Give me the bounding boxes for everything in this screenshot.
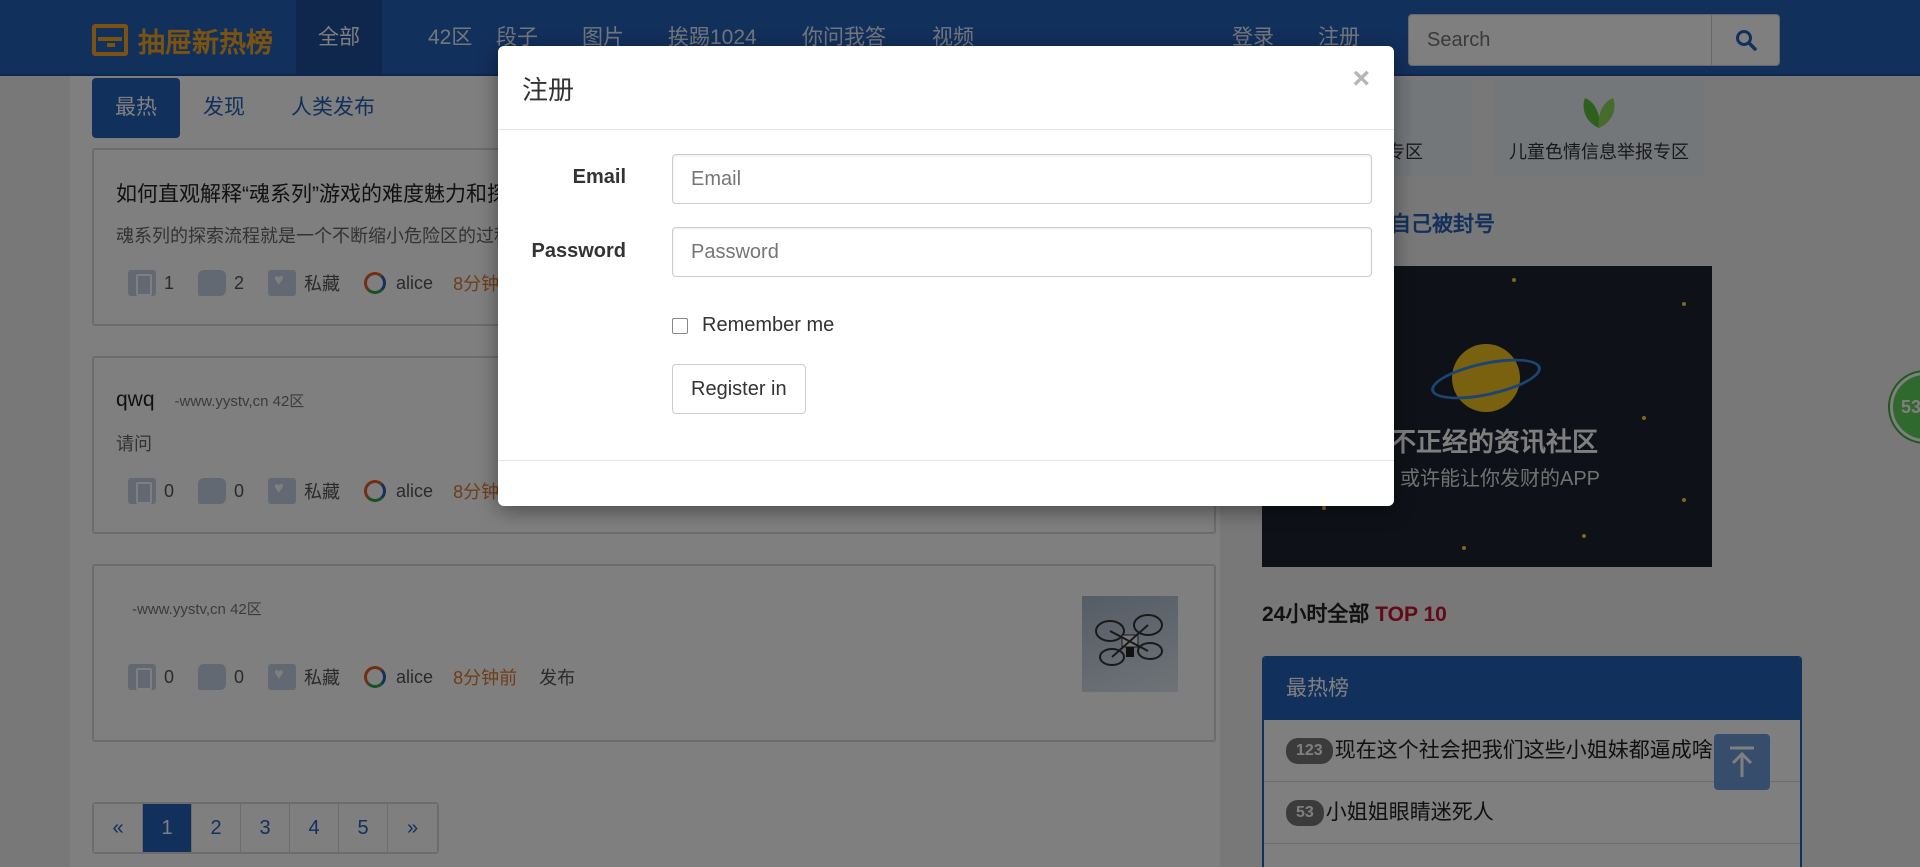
close-button[interactable]: × [1352, 62, 1370, 96]
remember-me-label: Remember me [702, 314, 835, 336]
email-label: Email [572, 166, 626, 188]
modal-header: 注册 × [498, 46, 1394, 130]
password-field[interactable] [672, 227, 1372, 277]
password-label: Password [531, 240, 626, 262]
email-field[interactable] [672, 154, 1372, 204]
remember-me-checkbox[interactable] [672, 317, 688, 334]
register-button[interactable]: Register in [672, 364, 806, 414]
register-modal: 注册 × Email Password Remember me Register… [498, 46, 1394, 506]
modal-footer [498, 460, 1394, 461]
modal-title: 注册 [522, 75, 575, 105]
remember-me[interactable]: Remember me [672, 314, 834, 337]
